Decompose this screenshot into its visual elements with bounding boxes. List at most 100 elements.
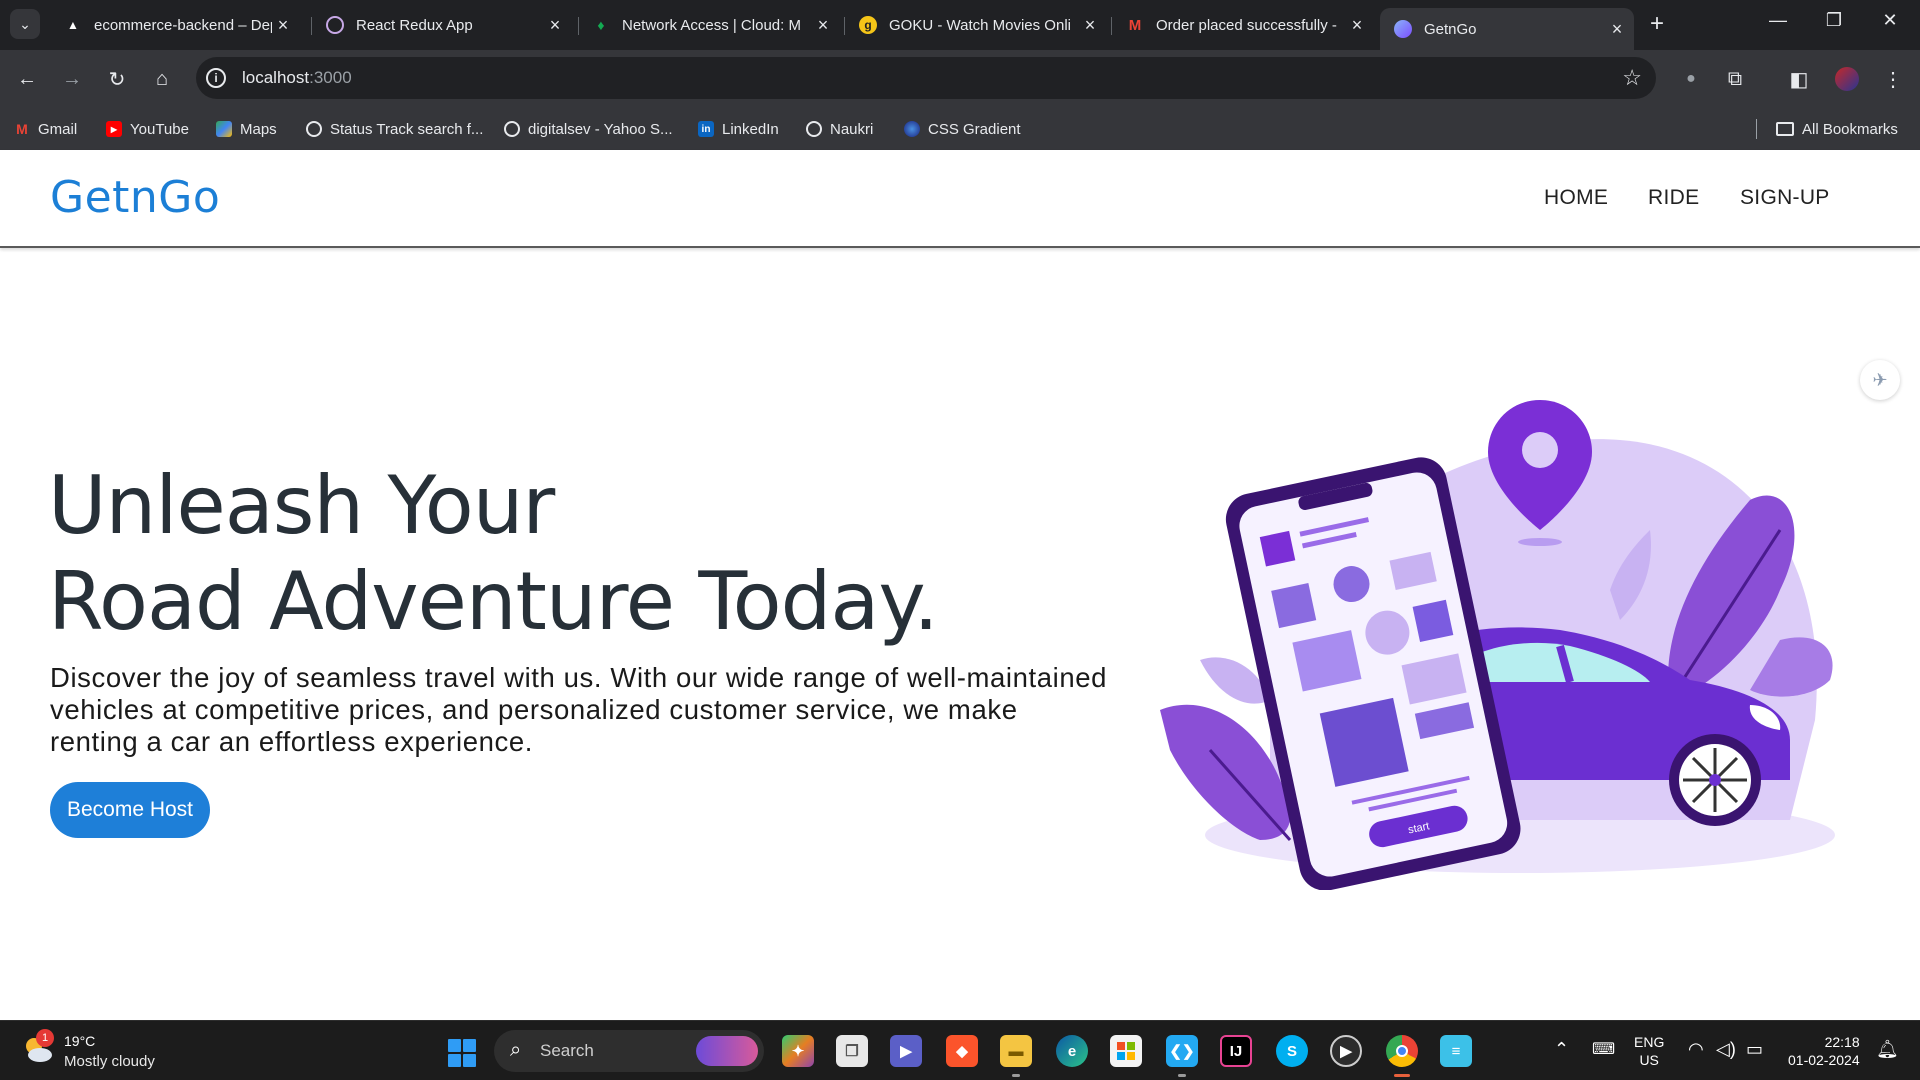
close-icon[interactable]: × <box>1346 15 1368 36</box>
taskbar-search[interactable]: ⌕ Search <box>494 1030 764 1072</box>
nav-ride-link[interactable]: RIDE <box>1648 186 1699 210</box>
folder-icon: ▬ <box>1008 1042 1024 1060</box>
rocket-fab-button[interactable]: ✈ <box>1860 360 1900 400</box>
bookmark-label: LinkedIn <box>722 120 779 138</box>
bookmark-css-gradient[interactable]: CSS Gradient <box>904 108 1021 150</box>
all-bookmarks-button[interactable]: All Bookmarks <box>1776 108 1898 150</box>
close-icon[interactable]: × <box>812 15 834 36</box>
close-icon[interactable]: × <box>272 15 294 36</box>
bookmark-youtube[interactable]: ▶ YouTube <box>106 108 189 150</box>
bookmark-status-track[interactable]: Status Track search f... <box>306 108 483 150</box>
bookmark-naukri[interactable]: Naukri <box>806 108 873 150</box>
tab-order-placed[interactable]: M Order placed successfully - × <box>1112 8 1374 42</box>
tab-getngo[interactable]: GetnGo × <box>1380 8 1634 50</box>
extension-badge-icon: ● <box>1686 70 1696 87</box>
address-url[interactable]: localhost:3000 <box>242 68 352 88</box>
weather-temperature: 19°C <box>64 1033 96 1049</box>
reload-button[interactable]: ↻ <box>102 64 132 94</box>
address-bar[interactable]: i localhost:3000 ☆ <box>196 57 1656 99</box>
rocket-icon: ✈ <box>1872 369 1888 390</box>
site-info-icon[interactable]: i <box>206 68 226 88</box>
edge-icon: e <box>1067 1042 1077 1060</box>
nav-signup-link[interactable]: SIGN-UP <box>1740 186 1830 210</box>
brave-app[interactable]: ◆ <box>946 1035 978 1067</box>
vercel-icon: ▲ <box>67 18 79 32</box>
bookmark-star-icon[interactable]: ☆ <box>1622 65 1642 91</box>
battery-button[interactable]: ▭ <box>1746 1039 1763 1060</box>
restore-button[interactable]: ❐ <box>1814 10 1854 31</box>
extensions-button[interactable]: ⧉ <box>1720 64 1750 94</box>
bookmarks-bar: M Gmail ▶ YouTube Maps Status Track sear… <box>0 108 1920 150</box>
chrome-icon <box>1396 1045 1408 1057</box>
vscode-app[interactable]: ❮❯ <box>1166 1035 1198 1067</box>
bookmark-label: YouTube <box>130 120 189 138</box>
tab-react-redux-app[interactable]: React Redux App × <box>312 8 572 42</box>
battery-icon: ▭ <box>1746 1039 1764 1059</box>
close-icon[interactable]: × <box>1079 15 1101 36</box>
close-window-button[interactable]: ✕ <box>1870 10 1910 31</box>
react-icon <box>1394 20 1412 38</box>
profile-button[interactable] <box>1832 64 1862 94</box>
tab-network-access[interactable]: ♦ Network Access | Cloud: M × <box>578 8 840 42</box>
notepad-app[interactable]: ≡ <box>1440 1035 1472 1067</box>
language-indicator[interactable]: ENG US <box>1634 1033 1664 1069</box>
speaker-icon: ◁) <box>1716 1039 1736 1059</box>
search-highlight-icon <box>696 1036 758 1066</box>
nav-home-link[interactable]: HOME <box>1544 186 1608 210</box>
hero-description: Discover the joy of seamless travel with… <box>50 662 1108 757</box>
tab-search-button[interactable]: ⌄ <box>10 9 40 39</box>
tab-goku-movies[interactable]: g GOKU - Watch Movies Onli × <box>845 8 1107 42</box>
volume-button[interactable]: ◁) <box>1716 1039 1736 1060</box>
become-host-button[interactable]: Become Host <box>50 782 210 838</box>
search-icon: ⌕ <box>510 1039 522 1061</box>
arrow-right-icon: → <box>62 67 82 90</box>
restore-icon: ❐ <box>1825 10 1843 30</box>
gmail-icon: M <box>1128 16 1142 34</box>
media-player-app[interactable]: ▶ <box>1330 1035 1362 1067</box>
show-hidden-icons-button[interactable]: ⌃ <box>1554 1039 1569 1060</box>
bookmark-digitalsev[interactable]: digitalsev - Yahoo S... <box>504 108 673 150</box>
hero-title-line-1: Unleash Your <box>48 459 555 552</box>
bookmark-maps[interactable]: Maps <box>216 108 277 150</box>
skype-app[interactable]: S <box>1276 1035 1308 1067</box>
intellij-app[interactable]: IJ <box>1220 1035 1252 1067</box>
close-icon[interactable]: × <box>1606 19 1628 40</box>
globe-icon <box>806 121 822 137</box>
task-view-app[interactable]: ❐ <box>836 1035 868 1067</box>
bookmark-linkedin[interactable]: in LinkedIn <box>698 108 779 150</box>
file-explorer-app[interactable]: ▬ <box>1000 1035 1032 1067</box>
tab-title: GetnGo <box>1424 20 1477 38</box>
keyboard-button[interactable]: ⌨ <box>1592 1039 1615 1059</box>
tab-ecommerce-backend[interactable]: ▲ ecommerce-backend – Dep × <box>50 8 300 42</box>
intellij-icon: IJ <box>1229 1042 1243 1060</box>
menu-button[interactable]: ⋮ <box>1878 64 1908 94</box>
copilot-preview-app[interactable]: ✦ <box>782 1035 814 1067</box>
arrow-left-icon: ← <box>17 67 37 90</box>
forward-button[interactable]: → <box>57 64 87 94</box>
edge-app[interactable]: e <box>1056 1035 1088 1067</box>
notepad-icon: ≡ <box>1451 1042 1461 1060</box>
extension-button[interactable]: ● <box>1676 64 1706 94</box>
tab-title: GOKU - Watch Movies Onli <box>889 16 1071 34</box>
store-app[interactable] <box>1110 1035 1142 1067</box>
bookmark-label: Status Track search f... <box>330 120 484 138</box>
new-tab-button[interactable]: + <box>1650 10 1664 38</box>
bookmark-gmail[interactable]: M Gmail <box>14 108 77 150</box>
back-button[interactable]: ← <box>12 64 42 94</box>
brand-logo[interactable]: GetnGo <box>50 172 220 223</box>
clock-date: 01-02-2024 <box>1788 1052 1860 1068</box>
page-content: GetnGo HOME RIDE SIGN-UP ✈ Unleash Your … <box>0 150 1920 1020</box>
notifications-button[interactable]: 🔔︎ <box>1876 1039 1899 1060</box>
brave-icon: ◆ <box>956 1043 968 1060</box>
system-clock[interactable]: 22:18 01-02-2024 <box>1788 1033 1860 1069</box>
minimize-button[interactable]: — <box>1758 10 1798 31</box>
chrome-app[interactable] <box>1386 1035 1418 1067</box>
wifi-icon: ◠ <box>1688 1039 1704 1059</box>
wifi-button[interactable]: ◠ <box>1688 1039 1704 1060</box>
home-button[interactable]: ⌂ <box>147 64 177 94</box>
teams-meet-app[interactable]: ▶ <box>890 1035 922 1067</box>
close-icon[interactable]: × <box>544 15 566 36</box>
reload-icon: ↻ <box>108 68 126 91</box>
start-button[interactable] <box>448 1039 476 1067</box>
side-panel-button[interactable]: ◧ <box>1784 64 1814 94</box>
